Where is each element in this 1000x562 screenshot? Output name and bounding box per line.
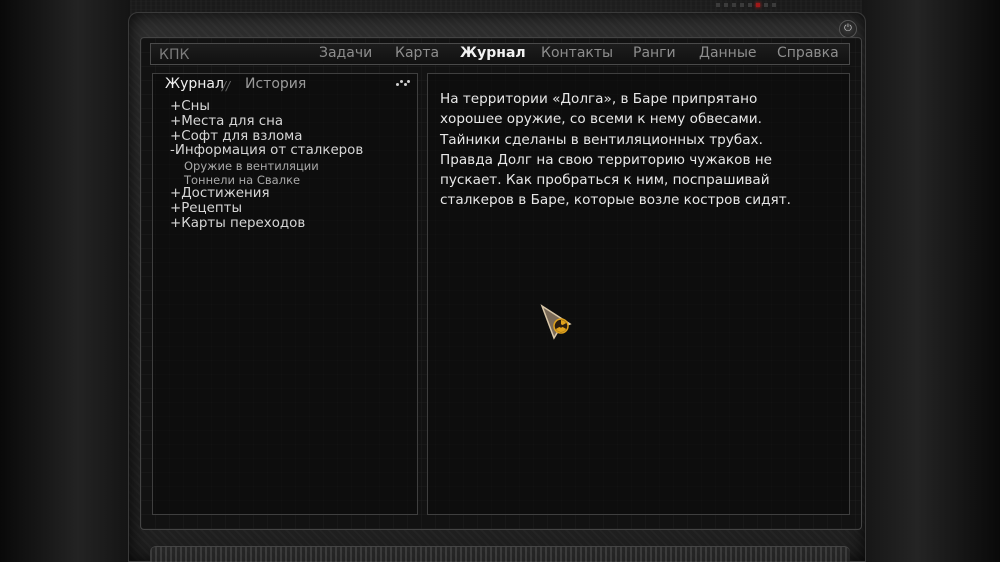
tab-map[interactable]: Карта (395, 45, 439, 61)
article-text: На территории «Долга», в Баре припрятано… (440, 91, 791, 209)
journal-tree: +Сны +Места для сна +Софт для взлома -Ин… (170, 99, 363, 232)
status-lights (716, 0, 782, 10)
pda-title: КПК (159, 47, 190, 63)
tree-item-dreams[interactable]: +Сны (170, 99, 363, 115)
tab-ranks[interactable]: Ранги (633, 45, 676, 61)
tab-data[interactable]: Данные (699, 45, 757, 61)
tree-item-sleep-places[interactable]: +Места для сна (170, 114, 363, 130)
tree-item-transition-maps[interactable]: +Карты переходов (170, 216, 363, 232)
tree-subitem-garbage-tunnels[interactable]: Тоннели на Свалке (170, 173, 363, 187)
background-left-panel (0, 0, 130, 562)
tree-item-hacking-software[interactable]: +Софт для взлома (170, 129, 363, 145)
power-icon[interactable]: ⏻ (839, 20, 857, 38)
radiation-cursor-icon (540, 304, 572, 340)
subtab-journal[interactable]: Журнал (165, 76, 224, 92)
tree-item-recipes[interactable]: +Рецепты (170, 201, 363, 217)
tree-item-stalker-info[interactable]: -Информация от сталкеров (170, 144, 363, 159)
background-right-panel (862, 0, 1000, 562)
tab-tasks[interactable]: Задачи (319, 45, 372, 61)
subtab-separator: // (222, 79, 231, 93)
bottom-grill (150, 546, 850, 562)
subtab-history[interactable]: История (245, 76, 306, 92)
tab-help[interactable]: Справка (777, 45, 839, 61)
tree-subitem-weapons-in-vents[interactable]: Оружие в вентиляции (170, 159, 363, 173)
tab-journal[interactable]: Журнал (460, 45, 526, 61)
top-menu-bar: КПК Задачи Карта Журнал Контакты Ранги Д… (150, 43, 850, 65)
tab-contacts[interactable]: Контакты (541, 45, 613, 61)
options-dots-icon[interactable] (396, 80, 410, 88)
tree-item-achievements[interactable]: +Достижения (170, 186, 363, 202)
